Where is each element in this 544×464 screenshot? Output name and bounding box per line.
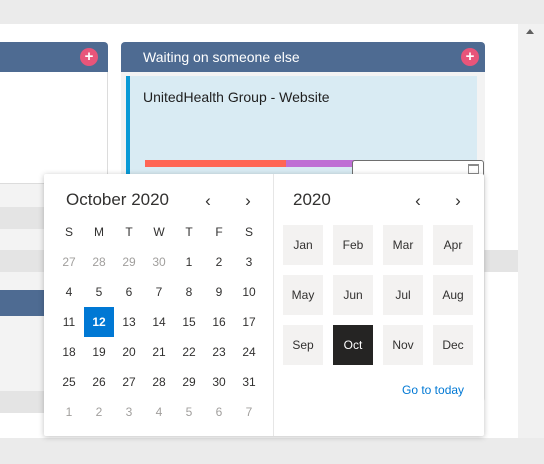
month-cell[interactable]: Jul: [383, 275, 423, 315]
background-column-header: [0, 290, 48, 316]
day-cell[interactable]: 6: [204, 397, 234, 427]
calendar-icon[interactable]: [468, 164, 479, 174]
day-cell[interactable]: 7: [144, 277, 174, 307]
day-cell[interactable]: 10: [234, 277, 264, 307]
column-title: Waiting on someone else: [143, 49, 300, 65]
day-cell[interactable]: 6: [114, 277, 144, 307]
month-cell[interactable]: May: [283, 275, 323, 315]
month-cell[interactable]: Dec: [433, 325, 473, 365]
column-left-card-area: [0, 72, 108, 184]
month-title[interactable]: October 2020: [66, 190, 169, 210]
month-cell[interactable]: Mar: [383, 225, 423, 265]
picker-divider: [273, 174, 274, 436]
weekday-header: T: [125, 225, 133, 239]
day-cell[interactable]: 19: [84, 337, 114, 367]
next-month-icon[interactable]: ›: [237, 190, 259, 212]
day-cell[interactable]: 20: [114, 337, 144, 367]
background-strip: [0, 207, 48, 229]
column-header-left: +: [0, 42, 108, 72]
day-cell[interactable]: 14: [144, 307, 174, 337]
month-cell[interactable]: Sep: [283, 325, 323, 365]
background-strip: [0, 250, 48, 272]
day-cell[interactable]: 22: [174, 337, 204, 367]
month-cell[interactable]: Nov: [383, 325, 423, 365]
day-cell[interactable]: 7: [234, 397, 264, 427]
next-year-icon[interactable]: ›: [447, 190, 469, 212]
day-cell[interactable]: 25: [54, 367, 84, 397]
add-task-icon[interactable]: +: [461, 48, 479, 66]
day-cell[interactable]: 3: [234, 247, 264, 277]
previous-month-icon[interactable]: ‹: [197, 190, 219, 212]
selected-day-cell[interactable]: 12: [84, 307, 114, 337]
day-cell[interactable]: 9: [204, 277, 234, 307]
go-to-today-link[interactable]: Go to today: [402, 383, 464, 397]
month-cell[interactable]: Aug: [433, 275, 473, 315]
day-cell[interactable]: 26: [84, 367, 114, 397]
day-cell[interactable]: 23: [204, 337, 234, 367]
weekday-header: M: [94, 225, 104, 239]
task-card-title: UnitedHealth Group - Website: [143, 89, 330, 105]
day-cell[interactable]: 4: [54, 277, 84, 307]
day-cell[interactable]: 1: [174, 247, 204, 277]
day-cell[interactable]: 16: [204, 307, 234, 337]
day-cell[interactable]: 1: [54, 397, 84, 427]
weekday-header: S: [244, 225, 253, 239]
weekday-header: W: [153, 225, 165, 239]
day-cell[interactable]: 4: [144, 397, 174, 427]
month-cell[interactable]: Jun: [333, 275, 373, 315]
weekday-header: T: [185, 225, 193, 239]
background-strip: [478, 250, 518, 272]
selected-month-cell[interactable]: Oct: [333, 325, 373, 365]
day-cell[interactable]: 28: [144, 367, 174, 397]
year-title[interactable]: 2020: [293, 190, 331, 210]
day-cell[interactable]: 21: [144, 337, 174, 367]
day-cell[interactable]: 13: [114, 307, 144, 337]
weekday-header: S: [64, 225, 73, 239]
day-cell[interactable]: 27: [54, 247, 84, 277]
day-cell[interactable]: 5: [84, 277, 114, 307]
month-cell[interactable]: Feb: [333, 225, 373, 265]
day-cell[interactable]: 17: [234, 307, 264, 337]
vertical-scrollbar[interactable]: [518, 24, 544, 438]
task-progress-fill: [145, 160, 286, 167]
background-strip: [0, 391, 48, 413]
column-header-waiting: Waiting on someone else +: [121, 42, 485, 72]
day-cell[interactable]: 30: [144, 247, 174, 277]
day-cell[interactable]: 15: [174, 307, 204, 337]
month-cell[interactable]: Jan: [283, 225, 323, 265]
date-picker: October 2020 ‹ › S M T W T F S 27 28 29 30 1 2 3 4 5 6 7 8…: [44, 174, 484, 436]
day-cell[interactable]: 29: [174, 367, 204, 397]
day-cell[interactable]: 11: [54, 307, 84, 337]
day-cell[interactable]: 24: [234, 337, 264, 367]
day-cell[interactable]: 28: [84, 247, 114, 277]
month-cell[interactable]: Apr: [433, 225, 473, 265]
day-cell[interactable]: 2: [84, 397, 114, 427]
previous-year-icon[interactable]: ‹: [407, 190, 429, 212]
scroll-up-arrow-icon[interactable]: [526, 29, 534, 34]
day-cell[interactable]: 8: [174, 277, 204, 307]
add-task-icon[interactable]: +: [80, 48, 98, 66]
day-cell[interactable]: 31: [234, 367, 264, 397]
day-cell[interactable]: 5: [174, 397, 204, 427]
day-cell[interactable]: 27: [114, 367, 144, 397]
day-cell[interactable]: 29: [114, 247, 144, 277]
day-cell[interactable]: 18: [54, 337, 84, 367]
weekday-header: F: [215, 225, 223, 239]
day-cell[interactable]: 30: [204, 367, 234, 397]
day-cell[interactable]: 3: [114, 397, 144, 427]
day-cell[interactable]: 2: [204, 247, 234, 277]
